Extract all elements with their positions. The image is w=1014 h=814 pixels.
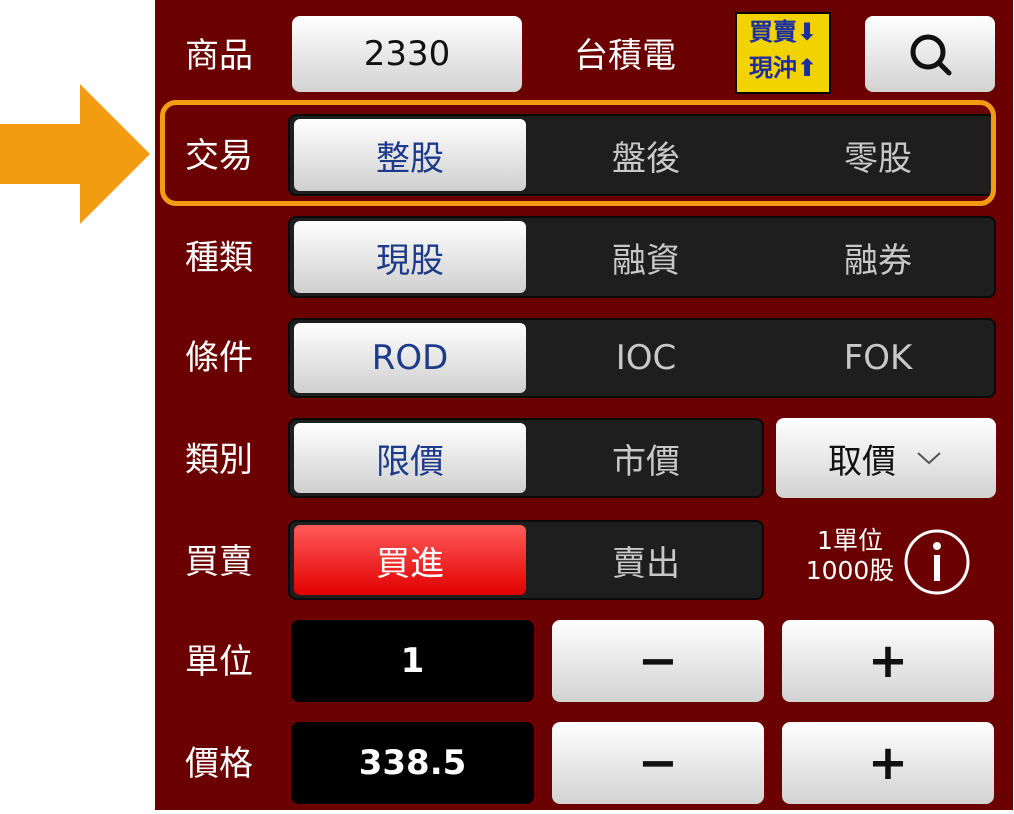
kind-option-cash[interactable]: 現股 — [294, 221, 526, 293]
side-option-buy[interactable]: 買進 — [294, 525, 526, 595]
arrow-right-icon — [0, 84, 150, 224]
condition-option-ioc[interactable]: IOC — [530, 320, 762, 396]
condition-label: 條件 — [185, 338, 253, 378]
trade-row-highlight — [160, 100, 996, 206]
kind-option-margin[interactable]: 融資 — [530, 218, 762, 296]
take-price-dropdown[interactable]: 取價 — [776, 418, 996, 498]
chevron-down-icon — [917, 452, 941, 465]
side-option-sell[interactable]: 賣出 — [530, 522, 762, 598]
price-plus-button[interactable]: + — [782, 722, 994, 804]
category-label: 類別 — [185, 440, 253, 480]
condition-option-rod[interactable]: ROD — [294, 323, 526, 393]
kind-option-short[interactable]: 融券 — [762, 218, 994, 296]
search-icon — [910, 34, 952, 76]
kind-segment: 現股 融資 融券 — [288, 216, 996, 298]
side-segment: 買進 賣出 — [288, 520, 764, 600]
price-label: 價格 — [185, 744, 253, 784]
product-code-input[interactable]: 2330 — [292, 16, 522, 92]
unit-info-line1: 1單位 — [817, 526, 883, 555]
day-trade-badge[interactable]: 買賣⬇ 現沖⬆ — [735, 12, 831, 94]
unit-input[interactable]: 1 — [291, 620, 534, 702]
price-input[interactable]: 338.5 — [291, 722, 534, 804]
category-segment: 限價 市價 — [288, 418, 764, 498]
unit-info-line2: 1000股 — [805, 556, 895, 585]
badge-line2: 現沖 — [748, 54, 797, 82]
condition-segment: ROD IOC FOK — [288, 318, 996, 398]
info-icon[interactable] — [903, 528, 971, 596]
unit-plus-button[interactable]: + — [782, 620, 994, 702]
arrow-up-icon: ⬆ — [796, 54, 818, 82]
side-label: 買賣 — [185, 542, 253, 582]
search-button[interactable] — [865, 16, 995, 92]
take-price-label: 取價 — [828, 441, 896, 482]
category-option-limit[interactable]: 限價 — [294, 423, 526, 493]
unit-info: 1單位 1000股 — [795, 526, 905, 586]
product-label: 商品 — [185, 36, 253, 76]
arrow-down-icon: ⬇ — [796, 18, 818, 46]
unit-minus-button[interactable]: − — [552, 620, 764, 702]
condition-option-fok[interactable]: FOK — [762, 320, 994, 396]
product-name: 台積電 — [574, 36, 676, 76]
unit-label: 單位 — [185, 642, 253, 682]
category-option-market[interactable]: 市價 — [530, 420, 762, 496]
price-minus-button[interactable]: − — [552, 722, 764, 804]
kind-label: 種類 — [185, 238, 253, 278]
badge-line1: 買賣 — [748, 18, 797, 46]
